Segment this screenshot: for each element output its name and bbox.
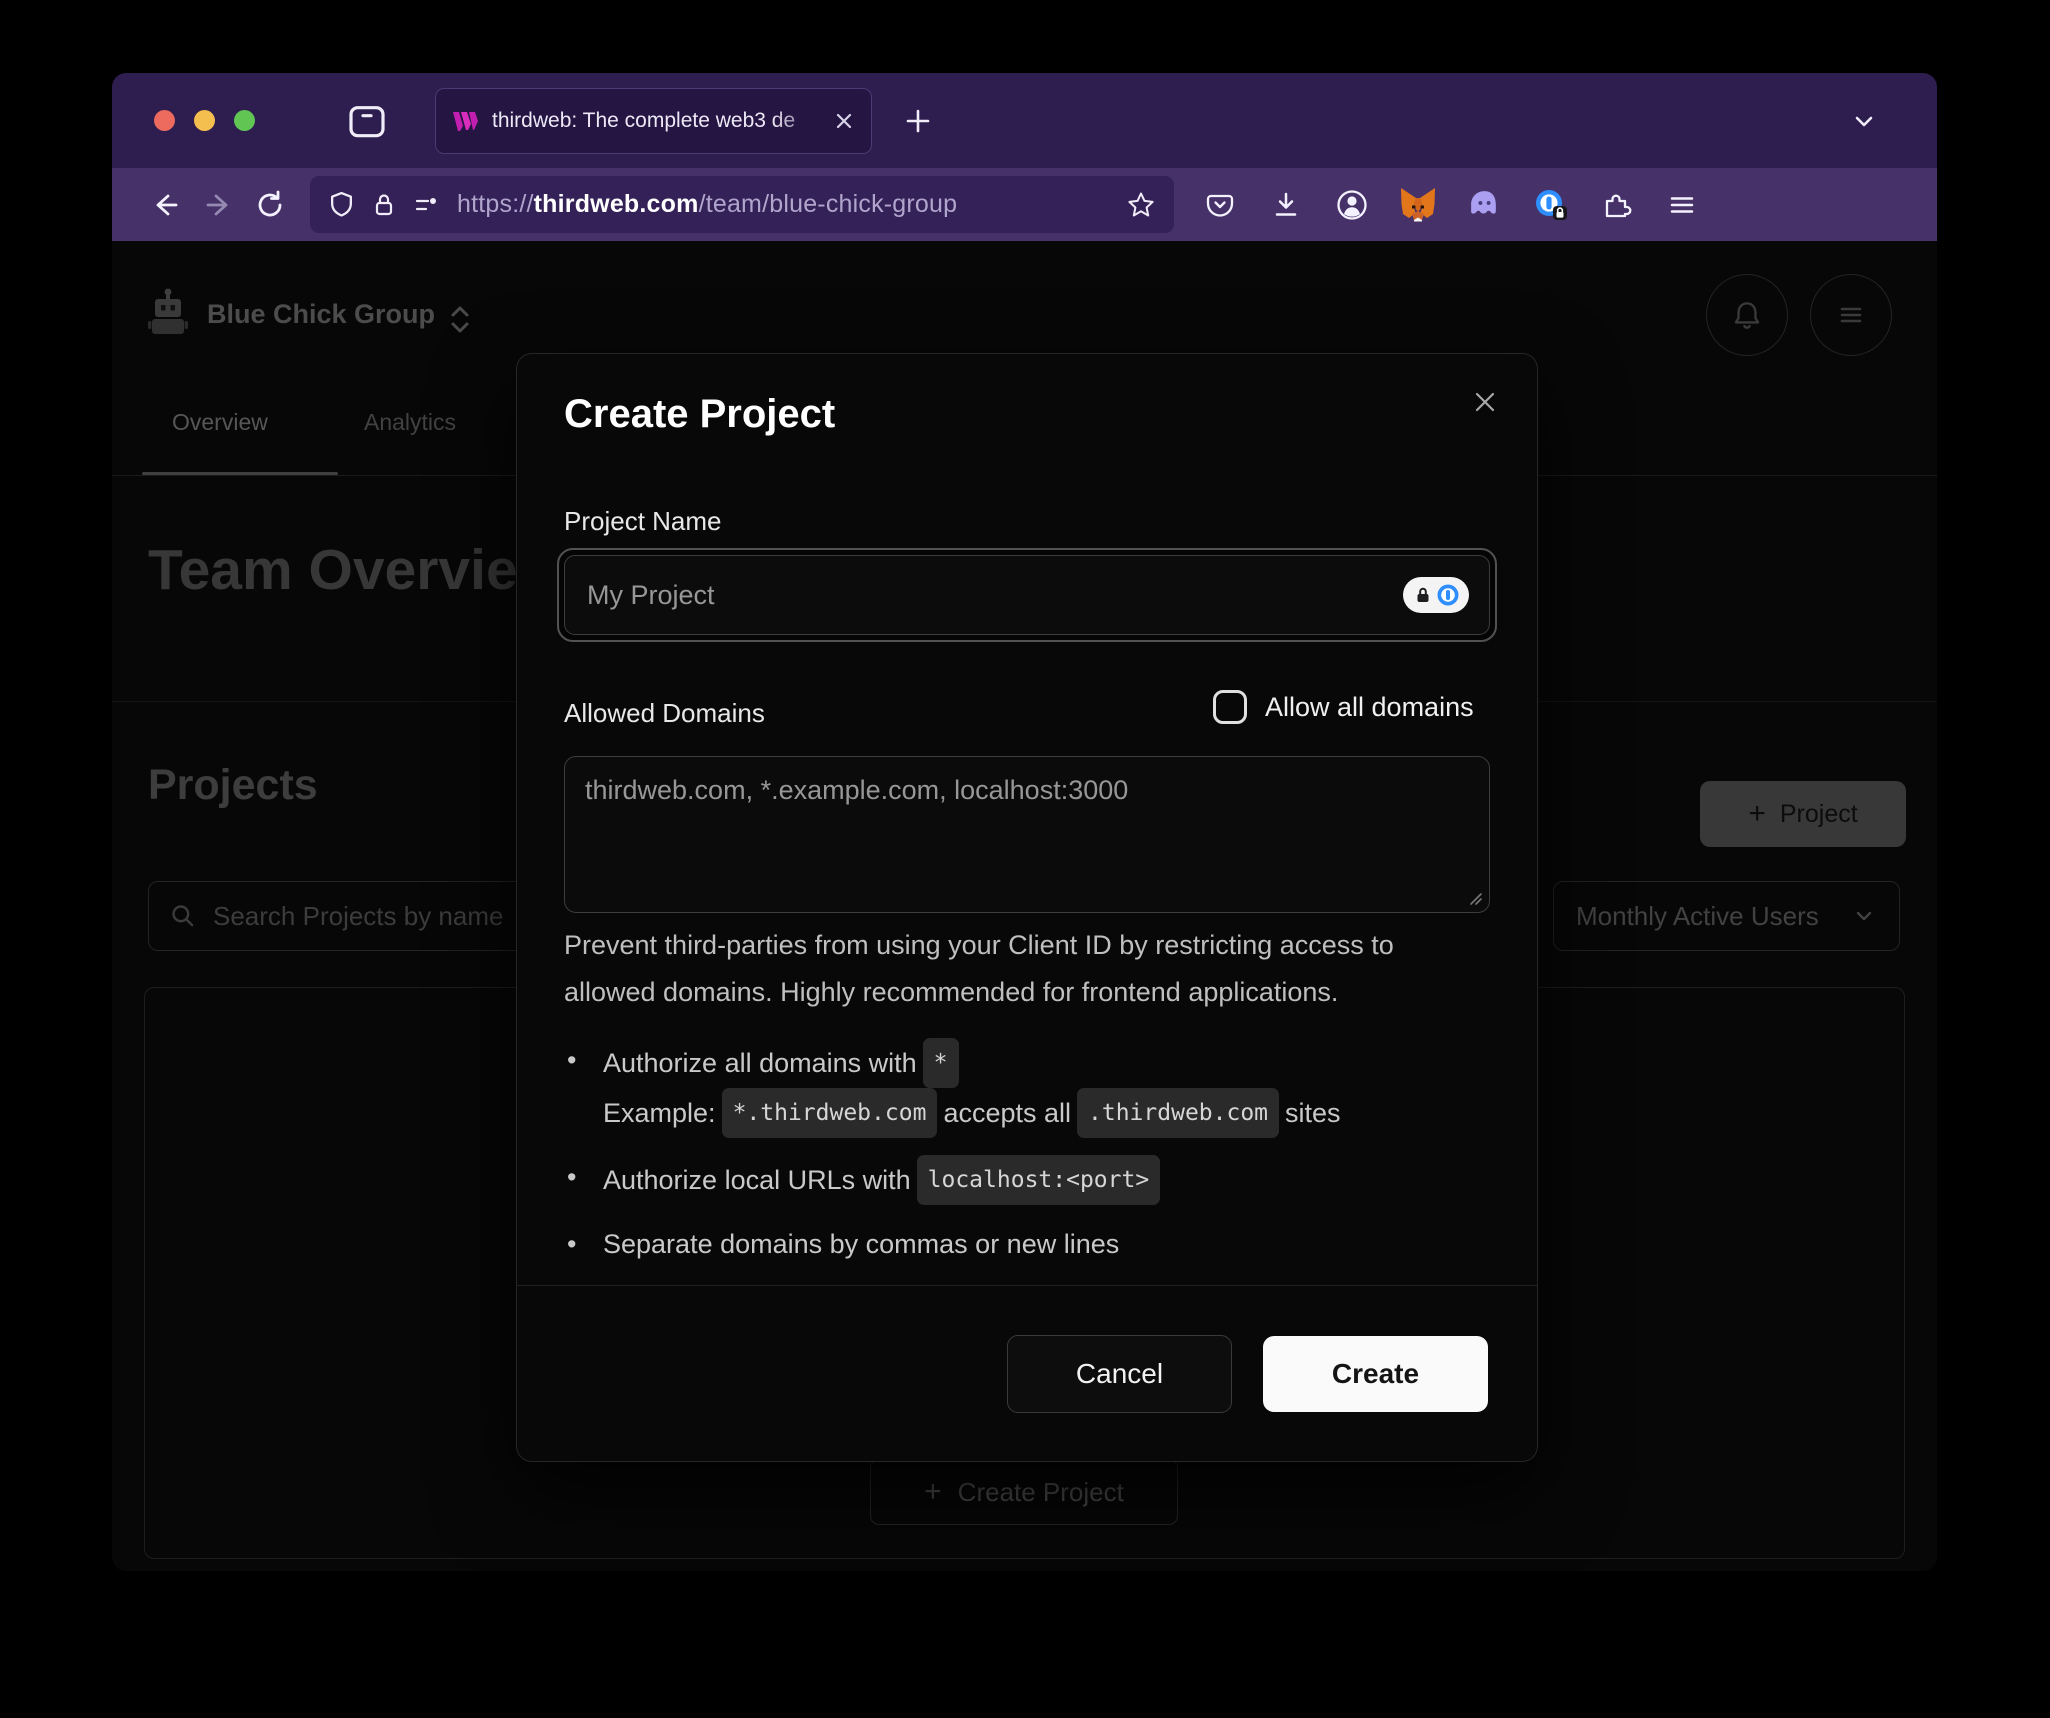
url-text[interactable]: https://thirdweb.com/team/blue-chick-gro…	[457, 190, 957, 219]
domains-help-text: Prevent third-parties from using your Cl…	[564, 922, 1480, 1016]
plus-icon: +	[1748, 799, 1766, 829]
rule-separate-domains: • Separate domains by commas or new line…	[567, 1222, 1341, 1266]
page-title: Team Overview	[148, 537, 562, 603]
url-scheme: https://	[457, 190, 534, 218]
rule-authorize-local-body: Authorize local URLs withlocalhost:<port…	[603, 1155, 1341, 1205]
create-project-modal: Create Project Project Name Allowed Doma…	[516, 353, 1538, 1462]
create-project-cta-button[interactable]: + Create Project	[870, 1459, 1178, 1525]
bullet-icon: •	[567, 1038, 603, 1138]
menu-icon[interactable]	[1656, 179, 1708, 231]
rule-example-mid: accepts all	[943, 1098, 1071, 1128]
rule-example-end: sites	[1285, 1098, 1341, 1128]
browser-window: thirdweb: The complete web3 de	[112, 73, 1937, 1571]
permissions-icon[interactable]	[413, 192, 441, 218]
url-bar[interactable]: https://thirdweb.com/team/blue-chick-gro…	[310, 176, 1174, 233]
allow-all-domains-row: Allow all domains	[1213, 690, 1474, 724]
browser-tab[interactable]: thirdweb: The complete web3 de	[435, 88, 872, 154]
hamburger-icon	[1834, 298, 1868, 332]
active-tab-underline	[142, 472, 338, 475]
team-name[interactable]: Blue Chick Group	[207, 299, 435, 330]
window-controls	[154, 110, 255, 131]
onepassword-autofill-icon[interactable]	[1403, 577, 1469, 613]
code-chip: *.thirdweb.com	[722, 1088, 938, 1138]
back-button[interactable]	[140, 179, 192, 231]
modal-title: Create Project	[564, 392, 835, 437]
new-tab-button[interactable]	[902, 105, 934, 137]
tab-title: thirdweb: The complete web3 de	[492, 109, 833, 133]
tab-analytics[interactable]: Analytics	[364, 409, 456, 436]
rule-example-label: Example:	[603, 1098, 716, 1128]
project-name-input[interactable]	[585, 579, 1403, 612]
add-project-label: Project	[1780, 800, 1858, 829]
phantom-icon[interactable]	[1458, 179, 1510, 231]
downloads-icon[interactable]	[1260, 179, 1312, 231]
reload-button[interactable]	[244, 179, 296, 231]
rule-authorize-all-body: Authorize all domains with* Example:*.th…	[603, 1038, 1341, 1138]
account-icon[interactable]	[1326, 179, 1378, 231]
rule-separate-domains-body: Separate domains by commas or new lines	[603, 1222, 1341, 1266]
tab-overview[interactable]: Overview	[172, 409, 268, 436]
lock-icon[interactable]	[371, 192, 397, 218]
minimize-window-button[interactable]	[194, 110, 215, 131]
rule-text: Authorize all domains with	[603, 1048, 917, 1078]
forward-button[interactable]	[192, 179, 244, 231]
tracking-shield-icon[interactable]	[328, 191, 355, 218]
resize-grip-icon[interactable]	[1467, 890, 1483, 906]
thirdweb-favicon	[452, 109, 479, 133]
allowed-domains-label: Allowed Domains	[564, 698, 765, 729]
bullet-icon: •	[567, 1222, 603, 1266]
url-path: /team/blue-chick-group	[699, 190, 958, 218]
allowed-domains-field[interactable]	[564, 756, 1490, 913]
project-name-focus-ring	[557, 548, 1497, 642]
rule-authorize-local: • Authorize local URLs withlocalhost:<po…	[567, 1155, 1341, 1205]
bullet-icon: •	[567, 1155, 603, 1205]
code-chip: localhost:<port>	[917, 1155, 1161, 1205]
sort-dropdown[interactable]: Monthly Active Users	[1553, 881, 1900, 951]
notifications-button[interactable]	[1706, 274, 1788, 356]
allow-all-domains-checkbox[interactable]	[1213, 690, 1247, 724]
bookmark-star-icon[interactable]	[1126, 190, 1156, 220]
extensions-puzzle-icon[interactable]	[1590, 179, 1642, 231]
search-icon	[169, 902, 197, 930]
url-domain: thirdweb.com	[534, 190, 699, 218]
chevron-down-icon	[1851, 903, 1877, 929]
bell-icon	[1729, 297, 1765, 333]
pocket-icon[interactable]	[1194, 179, 1246, 231]
list-tabs-chevron-icon[interactable]	[1849, 106, 1879, 136]
code-chip: *	[923, 1038, 959, 1088]
screen: thirdweb: The complete web3 de	[0, 0, 2050, 1718]
team-avatar[interactable]	[147, 287, 189, 339]
allow-all-domains-label[interactable]: Allow all domains	[1265, 692, 1474, 723]
plus-icon: +	[924, 1477, 942, 1507]
browser-toolbar: https://thirdweb.com/team/blue-chick-gro…	[112, 168, 1937, 241]
firefox-view-icon[interactable]	[347, 101, 387, 141]
projects-heading: Projects	[148, 761, 318, 810]
maximize-window-button[interactable]	[234, 110, 255, 131]
metamask-icon[interactable]	[1392, 179, 1444, 231]
team-menu-button[interactable]	[1810, 274, 1892, 356]
rule-authorize-all: • Authorize all domains with* Example:*.…	[567, 1038, 1341, 1138]
create-project-cta-label: Create Project	[958, 1477, 1124, 1508]
project-name-field[interactable]	[564, 555, 1490, 635]
page-content: Blue Chick Group Overview Analytics Team…	[112, 241, 1937, 1571]
cancel-button[interactable]: Cancel	[1007, 1335, 1232, 1413]
allowed-domains-textarea[interactable]	[565, 757, 1489, 912]
code-chip: .thirdweb.com	[1077, 1088, 1279, 1138]
browser-tabbar: thirdweb: The complete web3 de	[112, 73, 1937, 168]
create-button[interactable]: Create	[1263, 1336, 1488, 1412]
sort-dropdown-label: Monthly Active Users	[1576, 901, 1819, 932]
modal-close-icon[interactable]	[1471, 388, 1499, 416]
toolbar-extensions	[1194, 179, 1708, 231]
onepassword-icon[interactable]	[1524, 179, 1576, 231]
rule-text: Authorize local URLs with	[603, 1165, 911, 1195]
project-name-label: Project Name	[564, 506, 722, 537]
close-window-button[interactable]	[154, 110, 175, 131]
domain-rules-list: • Authorize all domains with* Example:*.…	[567, 1038, 1341, 1283]
tab-close-icon[interactable]	[833, 110, 855, 132]
add-project-button[interactable]: + Project	[1700, 781, 1906, 847]
modal-footer: Cancel Create	[517, 1285, 1537, 1461]
team-switcher-chevrons-icon[interactable]	[447, 303, 473, 337]
